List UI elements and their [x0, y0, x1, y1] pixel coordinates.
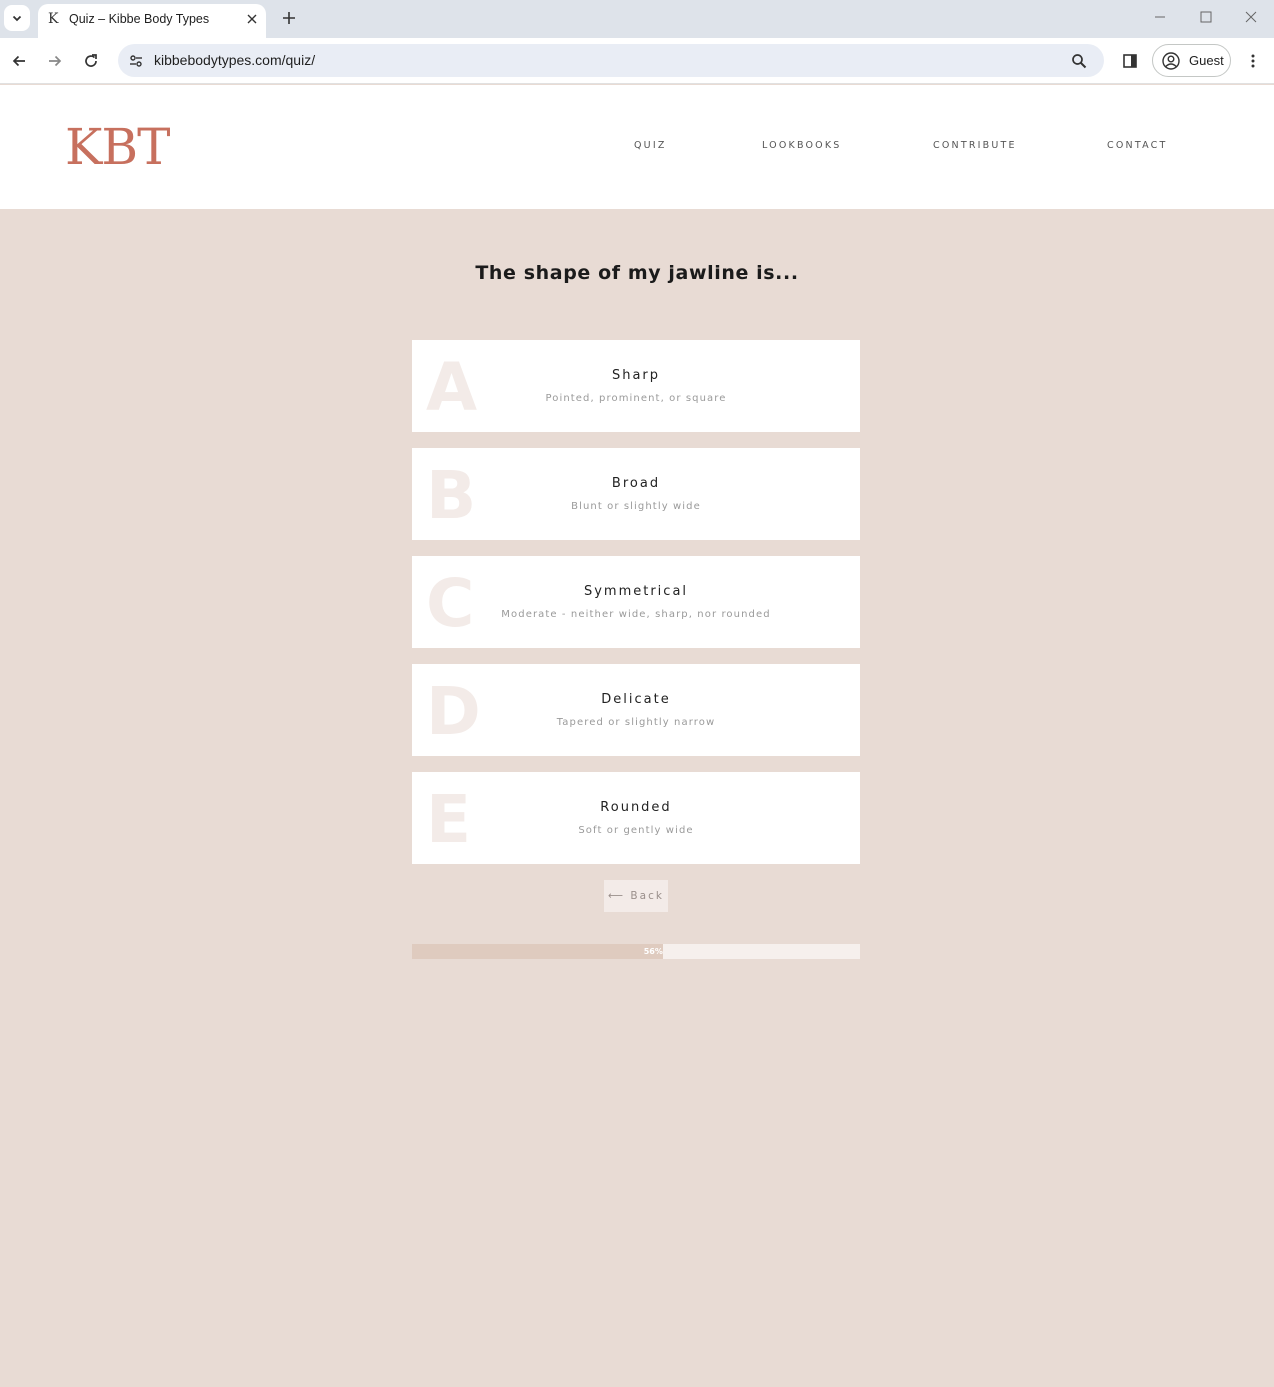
more-vert-icon — [1251, 54, 1255, 68]
progress-fill: 56% — [412, 944, 663, 959]
answer-option-a[interactable]: A Sharp Pointed, prominent, or square — [412, 340, 860, 432]
answer-option-d[interactable]: D Delicate Tapered or slightly narrow — [412, 664, 860, 756]
zoom-icon — [1072, 54, 1087, 69]
option-letter: C — [426, 565, 475, 642]
maximize-button[interactable] — [1193, 6, 1219, 28]
profile-button[interactable]: Guest — [1152, 44, 1231, 77]
new-tab-button[interactable] — [278, 7, 300, 29]
forward-nav-button[interactable] — [44, 50, 66, 72]
tab-title: Quiz – Kibbe Body Types — [69, 12, 210, 26]
option-title: Delicate — [601, 692, 671, 707]
url-text[interactable]: kibbebodytypes.com/quiz/ — [154, 52, 315, 68]
option-subtitle: Soft or gently wide — [578, 825, 694, 836]
chevron-down-icon — [12, 15, 22, 22]
option-subtitle: Pointed, prominent, or square — [545, 393, 727, 404]
site-header: KBT QUIZ LOOKBOOKS CONTRIBUTE CONTACT — [0, 85, 1274, 209]
option-subtitle: Moderate - neither wide, sharp, nor roun… — [501, 609, 771, 620]
tab-search-button[interactable] — [4, 5, 30, 31]
nav-item-contact[interactable]: CONTACT — [1107, 140, 1167, 151]
maximize-icon — [1200, 11, 1212, 23]
site-info-button[interactable] — [124, 49, 148, 73]
nav-item-lookbooks[interactable]: LOOKBOOKS — [762, 140, 842, 151]
progress-bar: 56% — [412, 944, 860, 959]
answer-option-b[interactable]: B Broad Blunt or slightly wide — [412, 448, 860, 540]
option-letter: D — [426, 673, 481, 750]
nav-item-contribute[interactable]: CONTRIBUTE — [933, 140, 1017, 151]
browser-menu-button[interactable] — [1242, 50, 1264, 72]
option-title: Broad — [611, 476, 661, 491]
reload-icon — [85, 54, 97, 67]
tab-close-button[interactable] — [244, 11, 260, 27]
minimize-button[interactable] — [1147, 6, 1173, 28]
account-icon — [1162, 52, 1180, 70]
favicon: K — [48, 11, 59, 27]
minimize-icon — [1155, 16, 1165, 18]
side-panel-icon — [1123, 54, 1137, 68]
window-close-button[interactable] — [1238, 6, 1264, 28]
progress-label: 56% — [643, 947, 663, 956]
option-letter: B — [426, 457, 477, 534]
browser-toolbar: kibbebodytypes.com/quiz/ Guest — [0, 38, 1274, 84]
zoom-button[interactable] — [1068, 50, 1090, 72]
option-subtitle: Tapered or slightly narrow — [556, 717, 716, 728]
nav-item-quiz[interactable]: QUIZ — [634, 140, 667, 151]
tune-icon — [130, 55, 142, 67]
reload-button[interactable] — [80, 50, 102, 72]
answer-option-e[interactable]: E Rounded Soft or gently wide — [412, 772, 860, 864]
option-subtitle: Blunt or slightly wide — [571, 501, 701, 512]
back-nav-button[interactable] — [8, 50, 30, 72]
profile-label: Guest — [1189, 53, 1224, 68]
answer-option-c[interactable]: C Symmetrical Moderate - neither wide, s… — [412, 556, 860, 648]
close-icon — [247, 14, 257, 24]
browser-tab-bar: K Quiz – Kibbe Body Types — [0, 0, 1274, 38]
site-logo[interactable]: KBT — [65, 118, 170, 176]
option-letter: E — [426, 781, 472, 858]
back-button[interactable]: ⟵ Back — [604, 880, 668, 912]
option-title: Rounded — [600, 800, 672, 815]
quiz-question: The shape of my jawline is... — [475, 262, 799, 284]
option-title: Symmetrical — [583, 584, 689, 599]
arrow-left-icon — [12, 55, 25, 67]
browser-tab-active[interactable]: K Quiz – Kibbe Body Types — [38, 4, 266, 38]
option-letter: A — [426, 349, 478, 426]
side-panel-button[interactable] — [1119, 50, 1141, 72]
plus-icon — [283, 12, 295, 24]
address-bar[interactable]: kibbebodytypes.com/quiz/ — [118, 44, 1104, 77]
close-icon — [1245, 11, 1257, 23]
arrow-right-icon — [49, 55, 62, 67]
option-title: Sharp — [611, 368, 661, 383]
